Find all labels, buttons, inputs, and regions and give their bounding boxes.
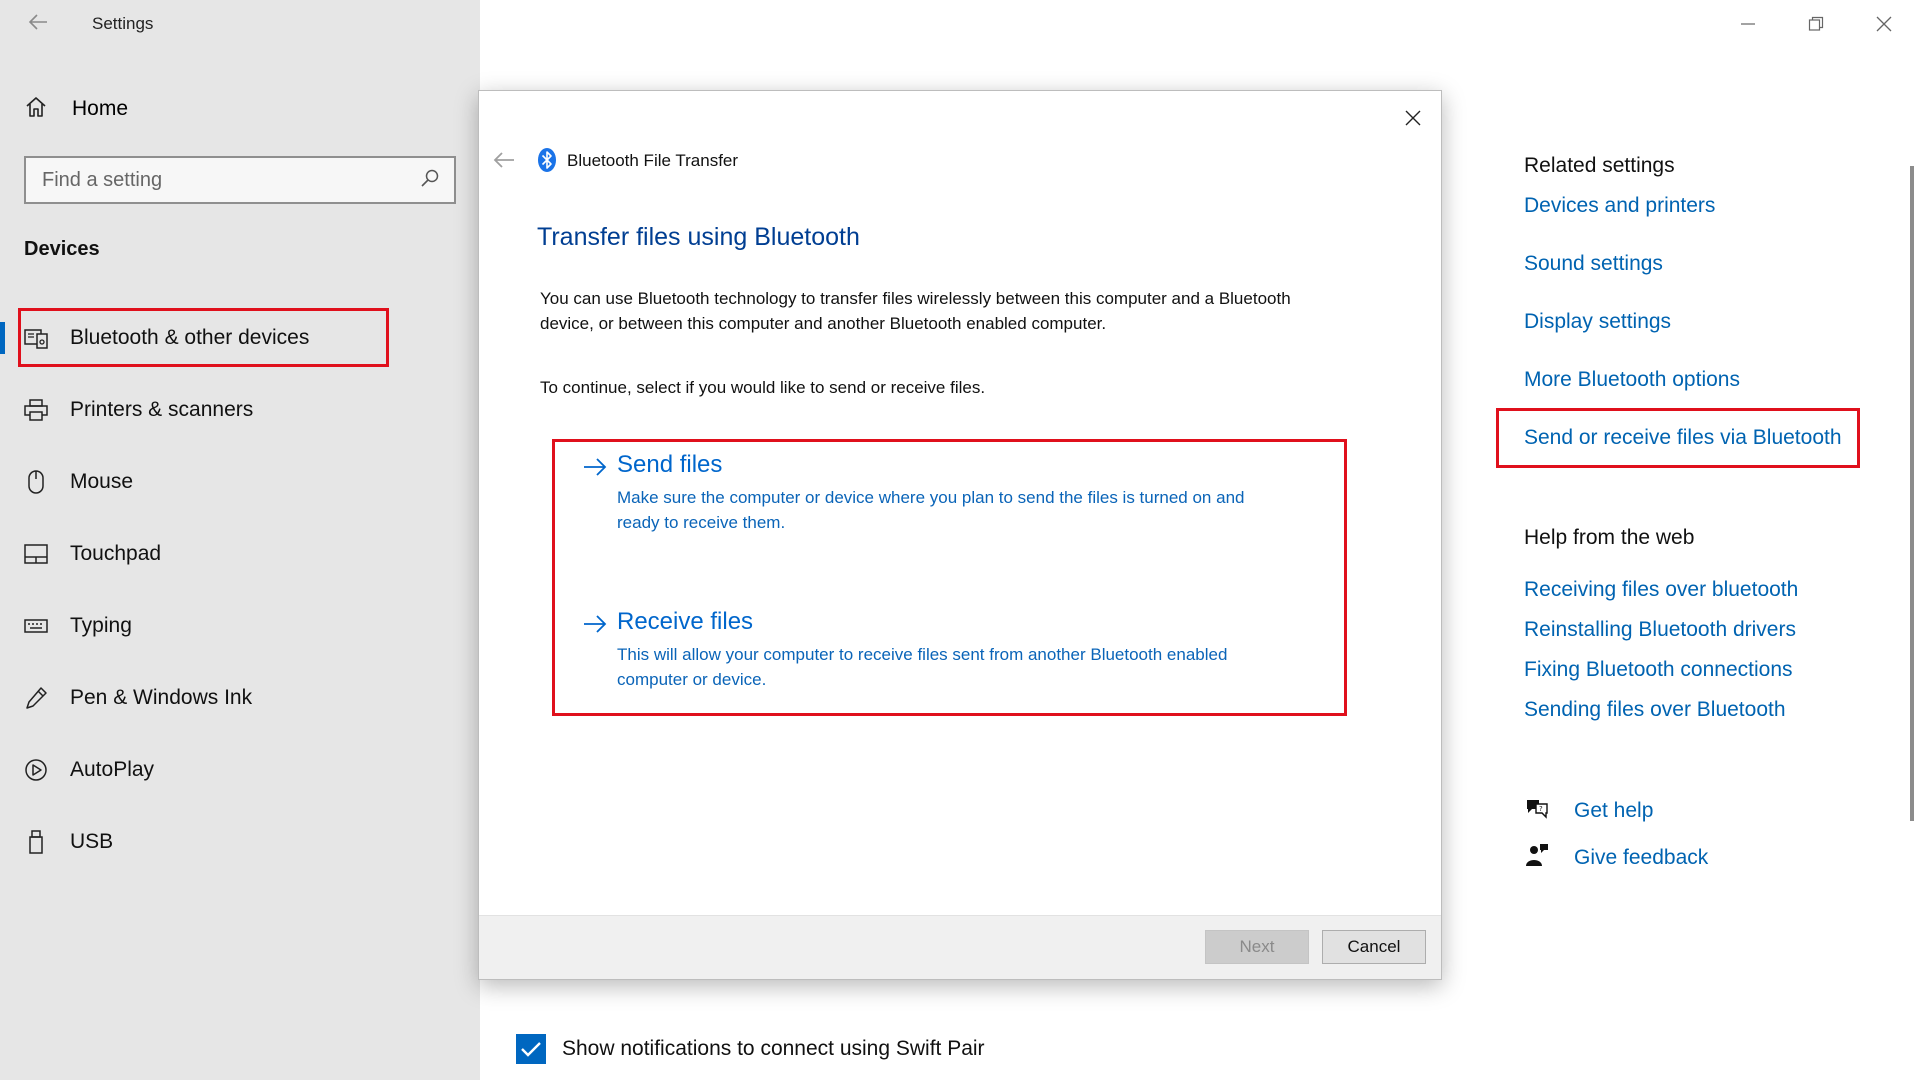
- receive-files-option[interactable]: Receive files This will allow your compu…: [583, 608, 1283, 692]
- dialog-close-icon[interactable]: [1395, 101, 1431, 135]
- receive-files-description: This will allow your computer to receive…: [617, 645, 1228, 689]
- link-devices-and-printers[interactable]: Devices and printers: [1524, 194, 1715, 218]
- search-box: [24, 156, 456, 204]
- mouse-icon: [22, 468, 50, 496]
- send-files-description: Make sure the computer or device where y…: [617, 488, 1245, 532]
- link-fixing-connections[interactable]: Fixing Bluetooth connections: [1524, 658, 1793, 682]
- sidebar-item-autoplay[interactable]: AutoPlay: [0, 748, 480, 792]
- search-input[interactable]: [42, 168, 420, 192]
- link-send-receive-files-bluetooth[interactable]: Send or receive files via Bluetooth: [1524, 426, 1842, 450]
- sidebar-item-pen[interactable]: Pen & Windows Ink: [0, 676, 480, 720]
- arrow-right-icon: [583, 614, 607, 634]
- link-receiving-files[interactable]: Receiving files over bluetooth: [1524, 578, 1798, 602]
- give-feedback-link[interactable]: Give feedback: [1524, 842, 1708, 873]
- link-display-settings[interactable]: Display settings: [1524, 310, 1671, 334]
- cancel-button[interactable]: Cancel: [1322, 930, 1426, 964]
- sidebar-item-touchpad[interactable]: Touchpad: [0, 532, 480, 576]
- link-sending-files[interactable]: Sending files over Bluetooth: [1524, 698, 1786, 722]
- search-icon[interactable]: [420, 168, 440, 193]
- sidebar: Settings Home Devices Bluetooth & other …: [0, 0, 480, 1080]
- usb-icon: [22, 828, 50, 856]
- link-sound-settings[interactable]: Sound settings: [1524, 252, 1663, 276]
- sidebar-item-usb[interactable]: USB: [0, 820, 480, 864]
- help-from-web-heading: Help from the web: [1524, 526, 1695, 549]
- touchpad-icon: [22, 540, 50, 568]
- dialog-footer: Next Cancel: [479, 915, 1441, 979]
- sidebar-item-label: Typing: [70, 614, 132, 637]
- send-files-title: Send files: [617, 451, 723, 478]
- sidebar-item-label: Printers & scanners: [70, 398, 254, 421]
- sidebar-item-home[interactable]: Home: [24, 94, 128, 124]
- arrow-right-icon: [583, 457, 607, 477]
- link-reinstalling-drivers[interactable]: Reinstalling Bluetooth drivers: [1524, 618, 1796, 642]
- restore-icon[interactable]: [1784, 0, 1848, 48]
- close-icon[interactable]: [1852, 0, 1916, 48]
- sidebar-section-devices: Devices: [24, 238, 100, 260]
- swift-pair-label: Show notifications to connect using Swif…: [562, 1037, 985, 1060]
- sidebar-item-printers[interactable]: Printers & scanners: [0, 388, 480, 432]
- dialog-heading: Transfer files using Bluetooth: [537, 223, 860, 251]
- bluetooth-icon: [537, 147, 557, 173]
- minimize-icon[interactable]: [1716, 0, 1780, 48]
- bluetooth-file-transfer-dialog: Bluetooth File Transfer Transfer files u…: [478, 90, 1442, 980]
- settings-app: Settings Home Devices Bluetooth & other …: [0, 0, 1920, 1080]
- dialog-back-arrow-icon[interactable]: [489, 147, 519, 173]
- link-more-bluetooth-options[interactable]: More Bluetooth options: [1524, 368, 1740, 392]
- sidebar-item-label: Pen & Windows Ink: [70, 686, 253, 709]
- autoplay-icon: [22, 756, 50, 784]
- back-arrow-icon[interactable]: [24, 12, 52, 36]
- swift-pair-checkbox[interactable]: [516, 1034, 546, 1064]
- checkmark-icon: [521, 1042, 541, 1057]
- scrollbar[interactable]: [1910, 166, 1914, 821]
- sidebar-item-mouse[interactable]: Mouse: [0, 460, 480, 504]
- swift-pair-row: Show notifications to connect using Swif…: [516, 1034, 985, 1064]
- related-settings-heading: Related settings: [1524, 154, 1675, 177]
- sidebar-item-bluetooth[interactable]: Bluetooth & other devices: [0, 316, 480, 360]
- send-files-option[interactable]: Send files Make sure the computer or dev…: [583, 451, 1283, 535]
- dialog-title: Bluetooth File Transfer: [567, 151, 739, 170]
- home-label: Home: [72, 97, 129, 120]
- get-help-icon: ?: [1524, 796, 1550, 825]
- sidebar-item-label: USB: [70, 830, 114, 853]
- dialog-description: You can use Bluetooth technology to tran…: [540, 289, 1291, 333]
- sidebar-item-label: Bluetooth & other devices: [70, 326, 310, 349]
- sidebar-item-label: AutoPlay: [70, 758, 155, 781]
- receive-files-title: Receive files: [617, 608, 754, 635]
- home-icon: [24, 95, 48, 124]
- next-button[interactable]: Next: [1205, 930, 1309, 964]
- bluetooth-devices-icon: [22, 324, 50, 352]
- dialog-prompt: To continue, select if you would like to…: [540, 378, 986, 397]
- sidebar-item-typing[interactable]: Typing: [0, 604, 480, 648]
- sidebar-item-label: Mouse: [70, 470, 134, 493]
- get-help-label: Get help: [1574, 798, 1654, 822]
- give-feedback-icon: [1524, 842, 1550, 873]
- printer-icon: [22, 396, 50, 424]
- give-feedback-label: Give feedback: [1574, 845, 1709, 869]
- get-help-link[interactable]: ? Get help: [1524, 796, 1653, 825]
- window-title: Settings: [92, 14, 154, 33]
- svg-text:?: ?: [1539, 805, 1543, 813]
- keyboard-icon: [22, 612, 50, 640]
- sidebar-item-label: Touchpad: [70, 542, 162, 565]
- pen-icon: [22, 684, 50, 712]
